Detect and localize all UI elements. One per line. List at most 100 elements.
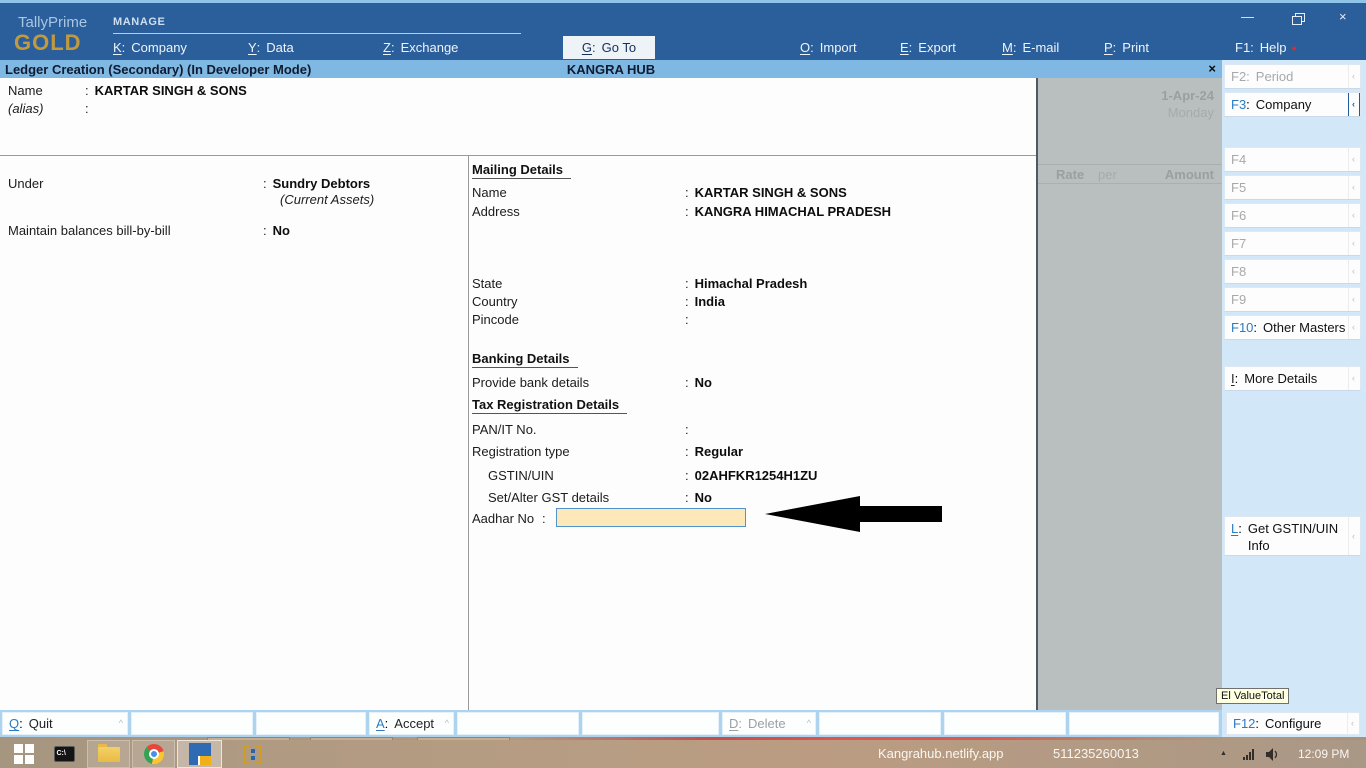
empty-button	[131, 712, 253, 735]
windows-logo-icon	[14, 744, 34, 764]
bill-label: Maintain balances bill-by-bill	[8, 223, 263, 238]
provide-bank-row: Provide bank details:No	[472, 375, 712, 390]
tallyprime-button[interactable]	[177, 740, 222, 768]
volume-icon[interactable]	[1266, 748, 1281, 766]
tray-caret-icon[interactable]: ▲	[1220, 740, 1227, 768]
menu-item-export[interactable]: E:Export	[900, 40, 956, 55]
sidebar-item-f7: F7 ‹	[1224, 231, 1361, 256]
registration-type-value[interactable]: Regular	[695, 444, 743, 459]
accept-button[interactable]: A:Accept ^	[369, 712, 454, 735]
menu-item-help[interactable]: F1:Help●	[1235, 40, 1297, 55]
right-button-panel: F2:Period ‹ F3:Company ‹ F4 ‹ F5 ‹ F6 ‹ …	[1222, 60, 1366, 737]
name-label: Name	[8, 83, 85, 98]
sidebar-item-f9: F9 ‹	[1224, 287, 1361, 312]
sidebar-item-f4: F4 ‹	[1224, 147, 1361, 172]
delete-button: D:Delete ^	[722, 712, 816, 735]
dimmed-voucher-panel: 1-Apr-24 Monday Rate per Amount	[1036, 78, 1222, 710]
chrome-button[interactable]	[132, 740, 175, 768]
start-button[interactable]	[8, 740, 40, 768]
quit-button[interactable]: Q:Quit ^	[2, 712, 128, 735]
network-icon[interactable]	[1243, 749, 1259, 760]
aadhar-row: Aadhar No:	[472, 511, 552, 526]
under-value[interactable]: Sundry Debtors	[273, 176, 371, 191]
tallyprime-icon	[189, 743, 211, 765]
gstin-row: GSTIN/UIN:02AHFKR1254H1ZU	[488, 468, 817, 483]
sidebar-item-more-details[interactable]: I:More Details ‹	[1224, 366, 1361, 391]
chevron-left-icon: ‹	[1348, 517, 1358, 555]
mailing-address-value[interactable]: KANGRA HIMACHAL PRADESH	[695, 204, 891, 219]
gstin-value[interactable]: 02AHFKR1254H1ZU	[695, 468, 818, 483]
empty-button	[944, 712, 1066, 735]
under-row: Under:Sundry Debtors	[8, 176, 370, 191]
menu-item-email[interactable]: M:E-mail	[1002, 40, 1059, 55]
windows-taskbar: C:\ Kangrahub.netlify.app 511235260013 ▲…	[0, 740, 1366, 768]
mailing-details-header: Mailing Details	[472, 162, 571, 179]
configure-button[interactable]: F12:Configure ‹	[1226, 712, 1360, 735]
set-alter-gst-value[interactable]: No	[695, 490, 712, 505]
tally-bracket-button[interactable]	[236, 740, 268, 768]
sidebar-item-f3-company[interactable]: F3:Company ‹	[1224, 92, 1361, 117]
chevron-left-icon: ‹	[1348, 316, 1358, 339]
menu-item-import[interactable]: O:Import	[800, 40, 857, 55]
state-value[interactable]: Himachal Pradesh	[695, 276, 808, 291]
aadhar-input[interactable]	[556, 508, 746, 527]
chevron-left-icon: ‹	[1348, 93, 1358, 116]
goto-button[interactable]: G:Go To	[563, 36, 655, 59]
empty-button	[819, 712, 941, 735]
taskbar-number-text: 511235260013	[1053, 740, 1139, 768]
edition-label: GOLD	[14, 30, 82, 56]
menu-item-print[interactable]: P:Print	[1104, 40, 1149, 55]
chevron-left-icon: ‹	[1348, 176, 1358, 199]
cmd-button[interactable]: C:\	[48, 740, 80, 768]
taskbar-site-text: Kangrahub.netlify.app	[878, 740, 1004, 768]
pan-row: PAN/IT No.:	[472, 422, 695, 437]
screen-title-bar: KANGRA HUB Ledger Creation (Secondary) (…	[0, 60, 1222, 78]
restore-icon	[1292, 13, 1303, 23]
country-value[interactable]: India	[695, 294, 725, 309]
state-row: State:Himachal Pradesh	[472, 276, 807, 291]
chevron-left-icon: ‹	[1348, 65, 1358, 88]
name-value[interactable]: KARTAR SINGH & SONS	[95, 83, 247, 98]
chevron-left-icon: ‹	[1348, 367, 1358, 390]
tallyprime-window: TallyPrime GOLD MANAGE K:Company Y:Data …	[0, 0, 1366, 768]
bill-by-bill-row: Maintain balances bill-by-bill:No	[8, 223, 290, 238]
chrome-icon	[144, 744, 164, 764]
sidebar-item-get-gstin-info[interactable]: L:Get GSTIN/UIN Info ‹	[1224, 516, 1361, 556]
expand-caret-icon: ^	[119, 713, 123, 734]
sidebar-item-f6: F6 ‹	[1224, 203, 1361, 228]
restore-button[interactable]	[1292, 11, 1303, 26]
provide-bank-value[interactable]: No	[695, 375, 712, 390]
mailing-name-value[interactable]: KARTAR SINGH & SONS	[695, 185, 847, 200]
alias-row: (alias):	[8, 101, 95, 116]
chevron-left-icon: ‹	[1348, 288, 1358, 311]
product-logo: TallyPrime	[18, 14, 87, 31]
minimize-button[interactable]: —	[1241, 9, 1254, 24]
name-row: Name:KARTAR SINGH & SONS	[8, 83, 247, 98]
date-label: 1-Apr-24	[1161, 88, 1214, 103]
column-header-row: Rate per Amount	[1038, 164, 1222, 184]
clock-text: 12:09 PM	[1298, 740, 1349, 768]
empty-button	[1069, 712, 1219, 735]
bill-value[interactable]: No	[273, 223, 290, 238]
menu-item-exchange[interactable]: Z:Exchange	[383, 40, 458, 55]
sidebar-item-f8: F8 ‹	[1224, 259, 1361, 284]
under-label: Under	[8, 176, 263, 191]
empty-button	[582, 712, 719, 735]
empty-button	[256, 712, 366, 735]
empty-button	[457, 712, 579, 735]
cmd-icon: C:\	[54, 746, 75, 762]
alias-label: (alias)	[8, 101, 85, 116]
ledger-creation-form: Name:KARTAR SINGH & SONS (alias): Under:…	[0, 78, 1036, 710]
file-explorer-button[interactable]	[87, 740, 130, 768]
day-label: Monday	[1168, 105, 1214, 120]
banking-details-header: Banking Details	[472, 351, 578, 368]
menu-item-data[interactable]: Y:Data	[248, 40, 294, 55]
set-alter-gst-row: Set/Alter GST details:No	[488, 490, 712, 505]
close-button[interactable]: ×	[1339, 9, 1347, 24]
chevron-left-icon: ‹	[1348, 260, 1358, 283]
screen-close-icon[interactable]: ×	[1208, 61, 1216, 76]
rate-column-header: Rate	[1056, 167, 1084, 182]
menu-item-company[interactable]: K:Company	[113, 40, 187, 55]
registration-type-row: Registration type:Regular	[472, 444, 743, 459]
sidebar-item-f10-other-masters[interactable]: F10:Other Masters ‹	[1224, 315, 1361, 340]
